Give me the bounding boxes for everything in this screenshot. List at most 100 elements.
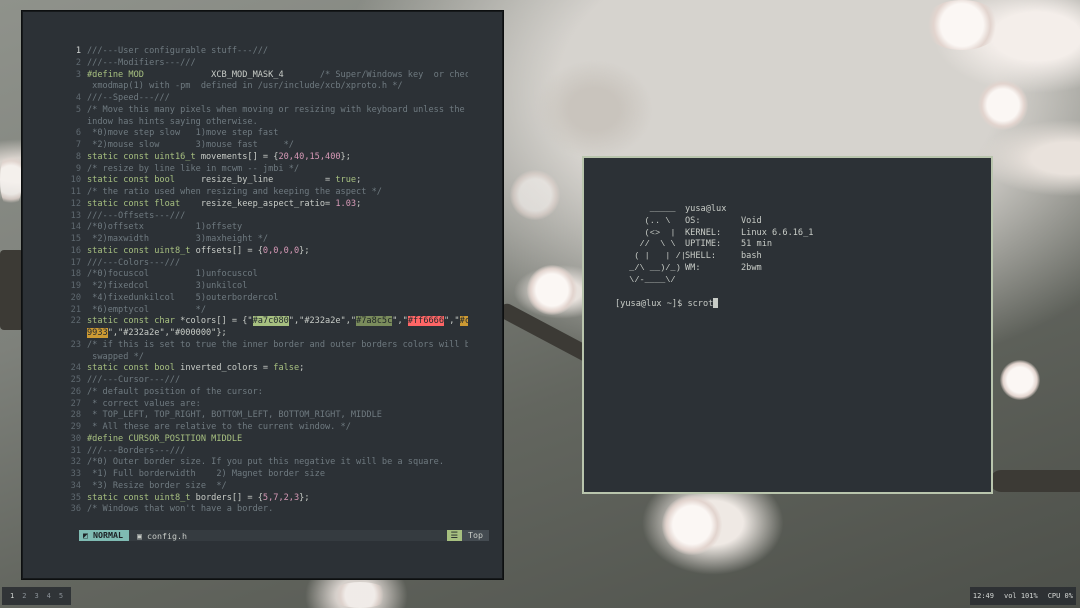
user-host: yusa@lux	[685, 204, 727, 214]
code-token: inverted_colors =	[174, 363, 274, 374]
workspace-4[interactable]: 4	[43, 592, 55, 600]
line-number: 14	[70, 222, 81, 233]
code-line[interactable]: 11 /* the ratio used when resizing and ke…	[53, 187, 468, 199]
volume-indicator[interactable]: vol 101%	[1004, 592, 1038, 600]
code-token: *2)maxwidth 3)maxheight */	[87, 234, 269, 244]
code-line[interactable]: 2 ///---Modifiers---///	[53, 58, 468, 70]
shell-prompt[interactable]: [yusa@lux ~]$ scrot	[615, 298, 719, 309]
code-line[interactable]: 19 *2)fixedcol 3)unkilcol	[53, 281, 468, 293]
line-text: /* resize by line like in mcwm -- jmbi *…	[87, 164, 299, 176]
code-line[interactable]: 35 static const uint8_t borders[] = {5,7,…	[53, 493, 468, 505]
code-line[interactable]: 7 *2)mouse slow 3)mouse fast */	[53, 140, 468, 152]
code-line[interactable]: 6 *0)move step slow 1)move step fast	[53, 128, 468, 140]
code-token: #define MOD	[87, 69, 144, 80]
line-text: /*0)offsetx 1)offsety	[87, 222, 242, 234]
code-line[interactable]: 30 #define CURSOR_POSITION MIDDLE	[53, 434, 468, 446]
code-token: };	[340, 151, 351, 162]
line-text: /*0)focuscol 1)unfocuscol	[87, 269, 258, 281]
line-number: 7	[75, 140, 81, 150]
code-line[interactable]: 9933","#232a2e","#000000"};	[53, 328, 468, 340]
code-token: movements[] = {	[195, 151, 279, 162]
line-number	[53, 117, 87, 129]
code-line[interactable]: 17 ///---Colors---///	[53, 258, 468, 270]
workspace-1[interactable]: 1	[6, 592, 18, 600]
fetch-info-value: Linux 6.6.16_1	[741, 227, 814, 238]
line-number	[53, 352, 87, 364]
code-token: borders[] = {	[190, 492, 263, 503]
line-text: /* default position of the cursor:	[87, 387, 263, 399]
code-line[interactable]: swapped */	[53, 352, 468, 364]
line-text: *1) Full borderwidth 2) Magnet border si…	[87, 469, 325, 481]
line-number: 2	[75, 57, 81, 68]
code-line[interactable]: 13 ///---Offsets---///	[53, 211, 468, 223]
code-token: *3) Resize border size */	[87, 480, 227, 491]
fetch-info-row: KERNEL: Linux 6.6.16_1	[685, 228, 813, 240]
code-line[interactable]: 21 *6)emptycol */	[53, 305, 468, 317]
line-text: #define MOD XCB_MOD_MASK_4 /* Super/Wind…	[87, 70, 468, 82]
code-token: /* default position of the cursor:	[87, 386, 263, 397]
code-token: ///---Cursor---///	[87, 375, 181, 385]
line-number: 17	[70, 257, 81, 268]
code-token: /*0)focuscol 1)unfocuscol	[87, 269, 258, 280]
code-line[interactable]: 29 * All these are relative to the curre…	[53, 422, 468, 434]
fetch-info-row: OS: Void	[685, 216, 813, 228]
code-line[interactable]: 4 ///--Speed---///	[53, 93, 468, 105]
code-line[interactable]: 1 ///---User configurable stuff---///	[53, 46, 468, 58]
line-number: 23	[70, 339, 81, 350]
code-token: true	[335, 175, 357, 186]
code-token: ///--Speed---///	[87, 93, 170, 103]
code-line[interactable]: 36 /* Windows that won't have a border.	[53, 504, 468, 516]
code-buffer[interactable]: 1 ///---User configurable stuff---/// 2 ///…	[53, 46, 468, 516]
mode-indicator: ◩ NORMAL	[79, 530, 129, 541]
fetch-info-value: Void	[741, 215, 762, 226]
file-name: ▣ config.h	[129, 531, 187, 541]
code-line[interactable]: 34 *3) Resize border size */	[53, 481, 468, 493]
code-line[interactable]: 8 static const uint16_t movements[] = {20…	[53, 152, 468, 164]
code-line[interactable]: xmodmap(1) with -pm defined in /usr/incl…	[53, 81, 468, 93]
code-line[interactable]: 20 *4)fixedunkilcol 5)outerbordercol	[53, 293, 468, 305]
line-text: static const bool resize_by_line = true;	[87, 175, 361, 187]
code-line[interactable]: 24 static const bool inverted_colors = fa…	[53, 363, 468, 375]
code-token: ///---User configurable stuff---///	[87, 46, 269, 56]
terminal-window[interactable]: _____ (.. \ (<> | // \ \ ( | | /| _/\ __…	[582, 156, 993, 494]
file-icon: ▣	[136, 530, 147, 541]
code-line[interactable]: 3 #define MOD XCB_MOD_MASK_4 /* Super/Win…	[53, 70, 468, 82]
code-line[interactable]: 22 static const char *colors[] = {"#a7c08…	[53, 316, 468, 328]
editor-window[interactable]: 1 ///---User configurable stuff---/// 2 ///…	[22, 11, 503, 579]
code-line[interactable]: 27 * correct values are:	[53, 399, 468, 411]
workspace-2[interactable]: 2	[18, 592, 30, 600]
code-token: ","#232a2e","	[288, 316, 357, 327]
fetch-info: yusa@lux OS: Void KERNEL: Linux 6.6.16_1 UPT…	[685, 204, 813, 275]
line-number: 21	[70, 304, 81, 315]
line-text: static const uint16_t movements[] = {20,…	[87, 152, 351, 164]
fetch-info-row: UPTIME: 51 min	[685, 239, 813, 251]
code-token: static const float	[87, 198, 181, 209]
code-line[interactable]: 26 /* default position of the cursor:	[53, 387, 468, 399]
code-line[interactable]: 16 static const uint8_t offsets[] = {0,0,…	[53, 246, 468, 258]
code-line[interactable]: 28 * TOP_LEFT, TOP_RIGHT, BOTTOM_LEFT, B…	[53, 410, 468, 422]
code-token: XCB_MOD_MASK_4	[143, 69, 320, 80]
code-line[interactable]: 23 /* if this is set to true the inner bo…	[53, 340, 468, 352]
line-text: *4)fixedunkilcol 5)outerbordercol	[87, 293, 278, 305]
cpu-indicator: CPU 0%	[1047, 592, 1073, 600]
code-line[interactable]: 25 ///---Cursor---///	[53, 375, 468, 387]
code-line[interactable]: 12 static const float resize_keep_aspect_…	[53, 199, 468, 211]
code-token: #ff6666	[407, 316, 445, 327]
command-input[interactable]: scrot	[687, 299, 713, 309]
code-line[interactable]: 10 static const bool resize_by_line = tru…	[53, 175, 468, 187]
code-line[interactable]: 31 ///---Borders---///	[53, 446, 468, 458]
code-line[interactable]: 32 /*0) Outer border size. If you put thi…	[53, 457, 468, 469]
line-number: 27	[70, 398, 81, 409]
code-token: *1) Full borderwidth 2) Magnet border si…	[87, 469, 325, 479]
code-line[interactable]: 18 /*0)focuscol 1)unfocuscol	[53, 269, 468, 281]
code-line[interactable]: 9 /* resize by line like in mcwm -- jmbi …	[53, 164, 468, 176]
code-line[interactable]: indow has hints saying otherwise.	[53, 117, 468, 129]
workspace-5[interactable]: 5	[55, 592, 67, 600]
line-number: 24	[70, 363, 81, 374]
code-line[interactable]: 14 /*0)offsetx 1)offsety	[53, 222, 468, 234]
code-line[interactable]: 5 /* Move this many pixels when moving or…	[53, 105, 468, 117]
workspace-3[interactable]: 3	[30, 592, 42, 600]
fetch-info-value: 51 min	[741, 239, 773, 250]
code-line[interactable]: 15 *2)maxwidth 3)maxheight */	[53, 234, 468, 246]
code-line[interactable]: 33 *1) Full borderwidth 2) Magnet border…	[53, 469, 468, 481]
